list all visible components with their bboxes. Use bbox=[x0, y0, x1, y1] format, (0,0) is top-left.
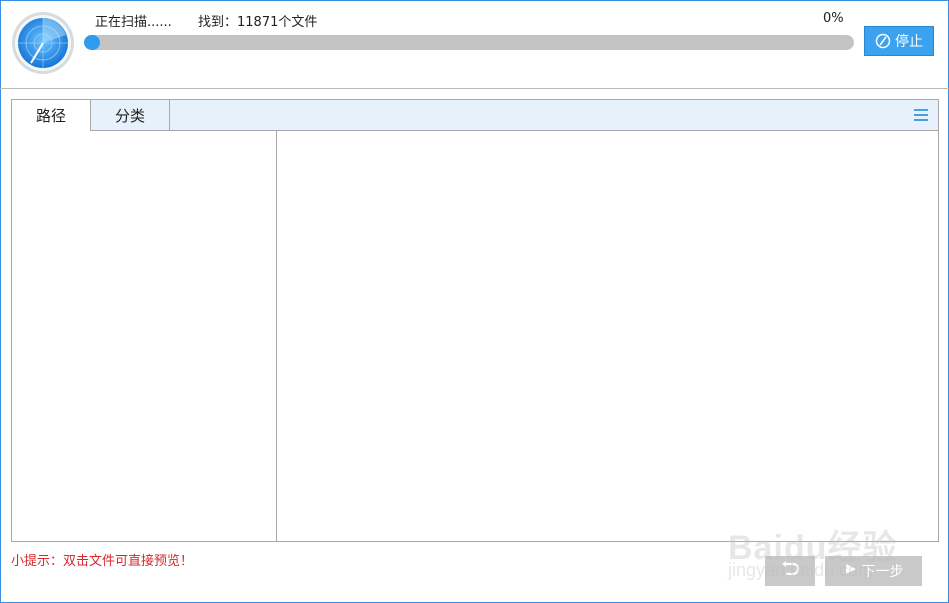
back-icon bbox=[781, 561, 800, 581]
tab-strip: 路径 分类 bbox=[12, 100, 938, 131]
menu-icon[interactable] bbox=[914, 109, 928, 121]
file-panel: 路径 分类 bbox=[11, 99, 939, 542]
radar-icon bbox=[11, 11, 75, 75]
next-icon bbox=[844, 562, 858, 580]
folder-tree-pane[interactable] bbox=[12, 131, 277, 541]
file-list-pane[interactable] bbox=[277, 131, 938, 541]
stop-icon bbox=[875, 33, 891, 49]
progress-bar bbox=[84, 35, 854, 50]
back-button[interactable] bbox=[765, 556, 815, 586]
tab-path[interactable]: 路径 bbox=[12, 100, 91, 131]
hint-text: 小提示：双击文件可直接预览！ bbox=[11, 554, 194, 569]
progress-fill bbox=[84, 35, 100, 50]
stop-button-label: 停止 bbox=[895, 34, 923, 50]
scan-status: 正在扫描...... bbox=[95, 15, 172, 30]
progress-percent: 0% bbox=[823, 11, 844, 26]
next-button-label: 下一步 bbox=[861, 564, 904, 580]
header-divider bbox=[0, 88, 949, 89]
next-button[interactable]: 下一步 bbox=[825, 556, 922, 586]
tab-category[interactable]: 分类 bbox=[91, 100, 170, 131]
stop-button[interactable]: 停止 bbox=[864, 26, 934, 56]
found-count: 找到：11871个文件 bbox=[198, 15, 318, 30]
